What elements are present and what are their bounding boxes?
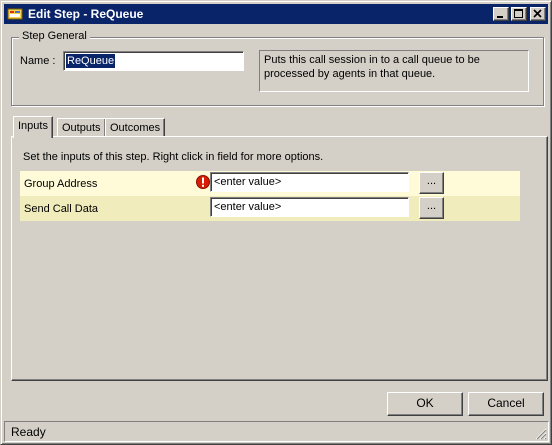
ok-button[interactable]: OK	[387, 392, 463, 416]
close-icon	[533, 9, 542, 18]
step-general-legend: Step General	[19, 30, 90, 42]
input-label-group-address: Group Address	[24, 178, 98, 190]
send-call-data-browse-button[interactable]: ...	[419, 197, 444, 219]
group-address-browse-button[interactable]: ...	[419, 172, 444, 194]
step-editor-icon	[7, 6, 23, 22]
maximize-button[interactable]	[511, 7, 527, 21]
error-icon	[196, 175, 210, 189]
description-line-1: Puts this call session in to a call queu…	[264, 54, 480, 66]
step-description: Puts this call session in to a call queu…	[259, 50, 529, 92]
input-row-group-address: Group Address <enter value> ...	[20, 171, 520, 196]
minimize-button[interactable]	[493, 7, 509, 21]
status-text: Ready	[11, 425, 46, 439]
input-row-send-call-data: Send Call Data <enter value> ...	[20, 196, 520, 221]
maximize-icon	[514, 9, 523, 18]
tab-outcomes[interactable]: Outcomes	[105, 118, 166, 138]
name-field-value: ReQueue	[66, 54, 116, 68]
input-label-send-call-data: Send Call Data	[24, 203, 98, 215]
group-address-field[interactable]: <enter value>	[210, 172, 409, 192]
title-bar[interactable]: Edit Step - ReQueue	[4, 4, 548, 24]
close-button[interactable]	[530, 7, 546, 21]
description-line-2: processed by agents in that queue.	[264, 68, 436, 80]
inputs-instructions: Set the inputs of this step. Right click…	[23, 151, 324, 163]
cancel-button[interactable]: Cancel	[468, 392, 544, 416]
minimize-icon	[497, 16, 503, 18]
status-bar: Ready	[4, 421, 549, 442]
edit-step-dialog: Edit Step - ReQueue Step General Name : …	[0, 0, 552, 445]
tab-outputs[interactable]: Outputs	[57, 118, 106, 138]
resize-grip-icon[interactable]	[534, 427, 547, 440]
send-call-data-field[interactable]: <enter value>	[210, 197, 409, 217]
tab-inputs[interactable]: Inputs	[13, 116, 53, 138]
window-title: Edit Step - ReQueue	[28, 7, 144, 21]
name-label: Name :	[20, 55, 56, 67]
name-field[interactable]: ReQueue	[63, 51, 244, 71]
